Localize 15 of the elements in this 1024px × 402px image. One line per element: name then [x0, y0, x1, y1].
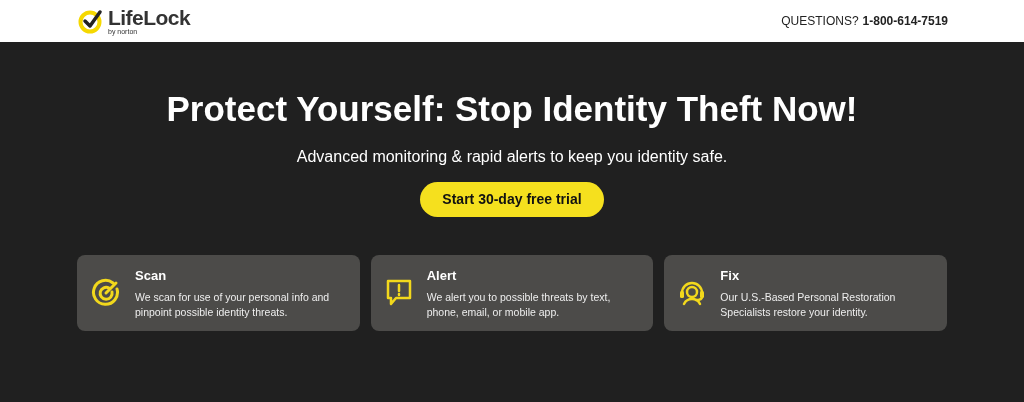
- feature-description: We scan for use of your personal info and pinpoint possible identity threats.: [135, 289, 331, 320]
- brand-name: LifeLock: [108, 7, 191, 28]
- phone-link[interactable]: 1-800-614-7519: [862, 12, 948, 30]
- feature-description: Our U.S.-Based Personal Restoration Specialists restore your identity.: [720, 289, 897, 320]
- feature-title: Scan: [135, 267, 168, 285]
- feature-title: Fix: [720, 267, 741, 285]
- logo-checkmark-icon: [78, 8, 104, 34]
- questions-label: QUESTIONS?: [781, 13, 859, 30]
- hero-title: Protect Yourself: Stop Identity Theft Now!: [166, 88, 858, 130]
- free-trial-button[interactable]: Start 30-day free trial: [420, 181, 604, 217]
- feature-description: We alert you to possible threats by text, phone, email, or mobile app.: [426, 289, 612, 320]
- feature-title: Alert: [426, 267, 458, 285]
- hero-subtitle: Advanced monitoring & rapid alerts to keep you identity safe.: [296, 146, 728, 167]
- alert-message-icon: [384, 277, 413, 308]
- target-icon: [91, 277, 121, 308]
